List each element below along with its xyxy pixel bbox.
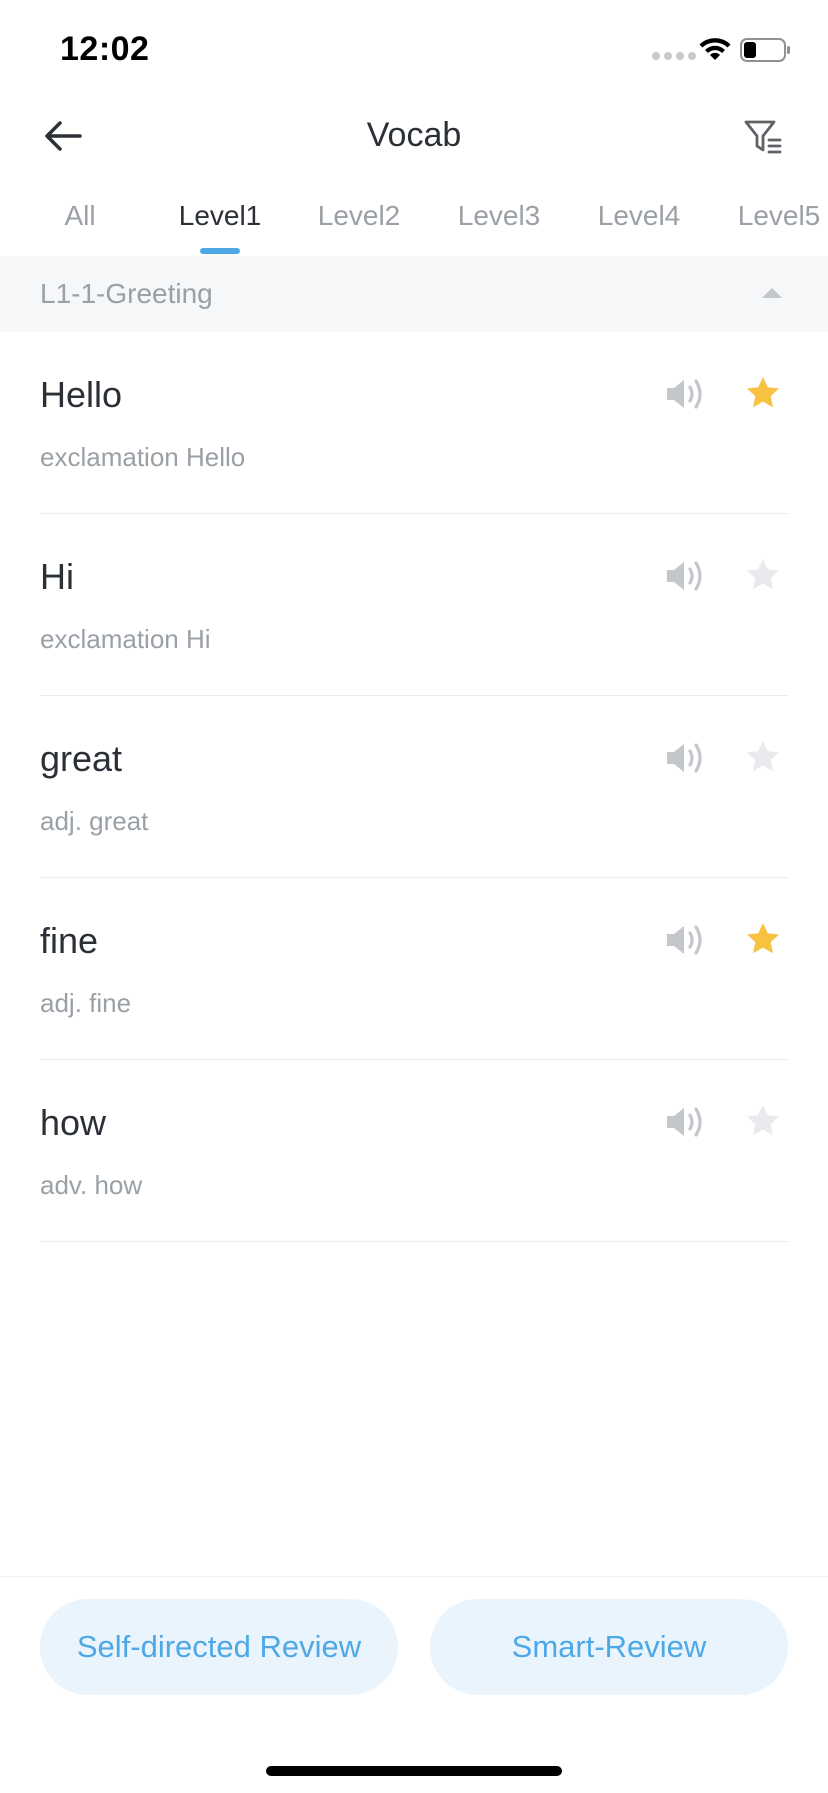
list-item[interactable]: great adj. great xyxy=(0,696,828,878)
word-term: how xyxy=(40,1102,107,1143)
wifi-icon xyxy=(699,38,731,60)
speaker-icon xyxy=(667,379,702,409)
list-item[interactable]: Hi exclamation Hi xyxy=(0,514,828,696)
speaker-button[interactable] xyxy=(664,558,708,594)
section-header[interactable]: L1-1-Greeting xyxy=(0,256,828,332)
signal-dots-icon xyxy=(652,52,696,60)
star-icon xyxy=(747,923,779,954)
speaker-button[interactable] xyxy=(664,922,708,958)
battery-icon xyxy=(740,38,790,62)
word-term: Hi xyxy=(40,556,74,597)
tab-level4[interactable]: Level4 xyxy=(598,200,681,232)
self-directed-review-button[interactable]: Self-directed Review xyxy=(40,1599,398,1695)
speaker-icon xyxy=(667,743,702,773)
word-term: Hello xyxy=(40,374,123,415)
speaker-button[interactable] xyxy=(664,376,708,412)
tab-level2[interactable]: Level2 xyxy=(318,200,401,232)
tab-level5[interactable]: Level5 xyxy=(738,200,821,232)
section-title: L1-1-Greeting xyxy=(40,278,213,309)
word-meaning: exclamation Hello xyxy=(40,442,246,472)
bottom-action-bar: Self-directed Review Smart-Review xyxy=(0,1576,828,1793)
word-meaning: adj. fine xyxy=(40,988,132,1018)
favorite-star-button[interactable] xyxy=(744,374,782,412)
star-icon xyxy=(747,1105,779,1136)
status-bar: 12:02 xyxy=(0,0,828,100)
tab-level3[interactable]: Level3 xyxy=(458,200,541,232)
word-term: great xyxy=(40,738,123,779)
favorite-star-button[interactable] xyxy=(744,1102,782,1140)
speaker-icon xyxy=(667,1107,702,1137)
nav-bar: Vocab xyxy=(0,100,828,172)
speaker-button[interactable] xyxy=(664,1104,708,1140)
filter-icon xyxy=(744,120,782,154)
favorite-star-button[interactable] xyxy=(744,920,782,958)
filter-button[interactable] xyxy=(742,114,786,158)
list-item[interactable]: Hello exclamation Hello xyxy=(0,332,828,514)
level-tabs: All Level1 Level2 Level3 Level4 Level5 xyxy=(0,186,828,256)
list-item[interactable]: fine adj. fine xyxy=(0,878,828,1060)
star-icon xyxy=(747,377,779,408)
word-meaning: adj. great xyxy=(40,806,149,836)
caret-up-icon xyxy=(762,288,782,298)
tab-all[interactable]: All xyxy=(64,200,95,232)
word-meaning: adv. how xyxy=(40,1170,143,1200)
status-time: 12:02 xyxy=(60,30,150,68)
word-term: fine xyxy=(40,920,99,961)
speaker-icon xyxy=(667,925,702,955)
word-list: Hello exclamation Hello Hi exclamation H… xyxy=(0,332,828,1242)
speaker-button[interactable] xyxy=(664,740,708,776)
star-icon xyxy=(747,741,779,772)
star-icon xyxy=(747,559,779,590)
page-title: Vocab xyxy=(366,116,462,154)
word-meaning: exclamation Hi xyxy=(40,624,211,654)
active-tab-indicator xyxy=(200,248,240,254)
list-item[interactable]: how adv. how xyxy=(0,1060,828,1242)
favorite-star-button[interactable] xyxy=(744,738,782,776)
favorite-star-button[interactable] xyxy=(744,556,782,594)
tab-level1[interactable]: Level1 xyxy=(179,200,262,232)
smart-review-button[interactable]: Smart-Review xyxy=(430,1599,788,1695)
home-indicator xyxy=(266,1766,562,1776)
speaker-icon xyxy=(667,561,702,591)
divider xyxy=(40,1241,788,1242)
